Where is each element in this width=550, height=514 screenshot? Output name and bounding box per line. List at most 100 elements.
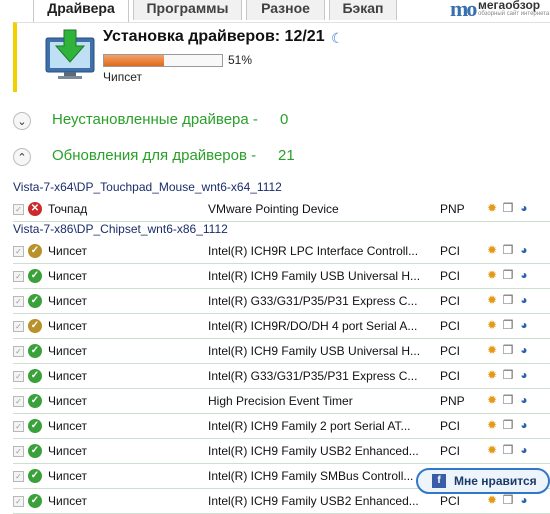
tab-bar: Драйвера Программы Разное Бэкап mo мегао… [0,0,550,22]
web-icon[interactable]: ◕ [517,268,531,282]
like-button[interactable]: f Мне нравится [416,468,550,494]
tab-misc-label: Разное [261,0,310,16]
driver-info-icon[interactable]: ❒ [501,318,515,332]
driver-description: Intel(R) ICH9 Family USB Universal H... [208,344,421,358]
checkbox-icon[interactable]: ✓ [13,346,24,357]
install-title: Установка драйверов: 12/21 [103,28,325,45]
checkbox-icon[interactable]: ✓ [13,296,24,307]
web-icon[interactable]: ◕ [517,293,531,307]
driver-info-icon[interactable]: ❒ [501,368,515,382]
tab-drivers[interactable]: Драйвера [33,0,129,22]
driver-row[interactable]: ✓ ✓ Чипсет Intel(R) ICH9R/DO/DH 4 port Seri… [13,314,550,339]
driver-info-icon[interactable]: ❒ [501,393,515,407]
driver-info-icon[interactable]: ❒ [501,493,515,507]
ok-status-icon: ✓ [28,344,42,358]
settings-sun-icon[interactable]: ✹ [485,368,499,382]
error-status-icon: ✕ [28,202,42,216]
driver-info-icon[interactable]: ❒ [501,243,515,257]
checkbox-icon[interactable]: ✓ [13,471,24,482]
driver-info-icon[interactable]: ❒ [501,268,515,282]
ok-status-icon: ✓ [28,444,42,458]
install-monitor-icon [45,29,95,79]
checkbox-icon[interactable]: ✓ [13,321,24,332]
tab-drivers-label: Драйвера [47,0,115,16]
driver-row[interactable]: ✓ ✓ Чипсет Intel(R) ICH9 Family USB Univers… [13,339,550,364]
web-icon[interactable]: ◕ [517,443,531,457]
driver-info-icon[interactable]: ❒ [501,443,515,457]
driver-category: Чипсет [48,244,87,258]
ok-status-icon: ✓ [28,419,42,433]
settings-sun-icon[interactable]: ✹ [485,268,499,282]
settings-sun-icon[interactable]: ✹ [485,393,499,407]
driver-description: Intel(R) ICH9R/DO/DH 4 port Serial A... [208,319,418,333]
row-actions: ✹❒◕ [485,243,533,257]
driver-info-icon[interactable]: ❒ [501,201,515,215]
tab-programs-label: Программы [146,0,229,16]
tab-programs[interactable]: Программы [133,0,242,20]
driver-row[interactable]: ✓ ✓ Чипсет Intel(R) ICH9 Family USB2 Enhanc… [13,439,550,464]
section-updates-label: Обновления для драйверов - [52,147,257,164]
row-actions: ✹❒◕ [485,418,533,432]
settings-sun-icon[interactable]: ✹ [485,318,499,332]
section-not-installed[interactable]: ⌄ Неустановленные драйвера - 0 [0,110,550,136]
row-actions: ✹❒◕ [485,293,533,307]
settings-sun-icon[interactable]: ✹ [485,343,499,357]
chevron-down-icon[interactable]: ⌄ [13,112,31,130]
settings-sun-icon[interactable]: ✹ [485,201,499,215]
driver-row[interactable]: ✓ ✓ Чипсет Intel(R) ICH9 Family 2 port Seri… [13,414,550,439]
settings-sun-icon[interactable]: ✹ [485,418,499,432]
row-actions: ✹❒◕ [485,493,533,507]
section-not-installed-label: Неустановленные драйвера - [52,111,258,128]
settings-sun-icon[interactable]: ✹ [485,493,499,507]
install-progress-bar [103,54,223,67]
driver-info-icon[interactable]: ❒ [501,293,515,307]
web-icon[interactable]: ◕ [517,343,531,357]
driver-bus: PCI [440,419,461,433]
driver-category: Чипсет [48,494,87,508]
tab-misc[interactable]: Разное [246,0,325,20]
driver-info-icon[interactable]: ❒ [501,418,515,432]
logo-tagline: обзорный сайт интернета [478,11,550,17]
checkbox-icon[interactable]: ✓ [13,246,24,257]
tab-backup[interactable]: Бэкап [329,0,397,20]
driver-bus: PNP [440,394,465,408]
web-icon[interactable]: ◕ [517,418,531,432]
driver-bus: PCI [440,344,461,358]
driver-row[interactable]: ✓ ✓ Чипсет Intel(R) G33/G31/P35/P31 Express… [13,289,550,314]
checkbox-icon[interactable]: ✓ [13,396,24,407]
checkbox-icon[interactable]: ✓ [13,271,24,282]
row-actions: ✹❒◕ [485,343,533,357]
web-icon[interactable]: ◕ [517,201,531,215]
checkbox-icon[interactable]: ✓ [13,446,24,457]
driver-category: Чипсет [48,319,87,333]
driver-row[interactable]: ✓ ✓ Чипсет Intel(R) G33/G31/P35/P31 Express… [13,364,550,389]
driver-category: Чипсет [48,419,87,433]
driver-row[interactable]: ✓ ✓ Чипсет High Precision Event Timer PNP ✹ ❒ ◕ [13,389,550,414]
web-icon[interactable]: ◕ [517,393,531,407]
ok-status-icon: ✓ [28,319,42,333]
section-not-installed-count: 0 [280,111,289,128]
web-icon[interactable]: ◕ [517,243,531,257]
driver-info-icon[interactable]: ❒ [501,343,515,357]
settings-sun-icon[interactable]: ✹ [485,243,499,257]
driver-row[interactable]: ✓ ✕ Точпад VMware Pointing Device PNP ✹ ❒ ◕ [13,197,550,222]
driver-row[interactable]: ✓ ✓ Чипсет Intel(R) ICH9R LPC Interface Con… [13,239,550,264]
web-icon[interactable]: ◕ [517,493,531,507]
settings-sun-icon[interactable]: ✹ [485,443,499,457]
checkbox-icon[interactable]: ✓ [13,496,24,507]
ok-status-icon: ✓ [28,269,42,283]
driver-description: Intel(R) ICH9 Family 2 port Serial AT... [208,419,411,433]
settings-sun-icon[interactable]: ✹ [485,293,499,307]
web-icon[interactable]: ◕ [517,368,531,382]
driver-bus: PCI [440,369,461,383]
checkbox-icon[interactable]: ✓ [13,204,24,215]
chevron-up-icon[interactable]: ⌃ [13,148,31,166]
checkbox-icon[interactable]: ✓ [13,421,24,432]
driver-bus: PCI [440,444,461,458]
spinner-icon: ☾ [331,30,344,46]
checkbox-icon[interactable]: ✓ [13,371,24,382]
driver-description: Intel(R) ICH9R LPC Interface Controll... [208,244,419,258]
web-icon[interactable]: ◕ [517,318,531,332]
section-updates[interactable]: ⌃ Обновления для драйверов - 21 [0,146,550,172]
driver-row[interactable]: ✓ ✓ Чипсет Intel(R) ICH9 Family USB Univers… [13,264,550,289]
